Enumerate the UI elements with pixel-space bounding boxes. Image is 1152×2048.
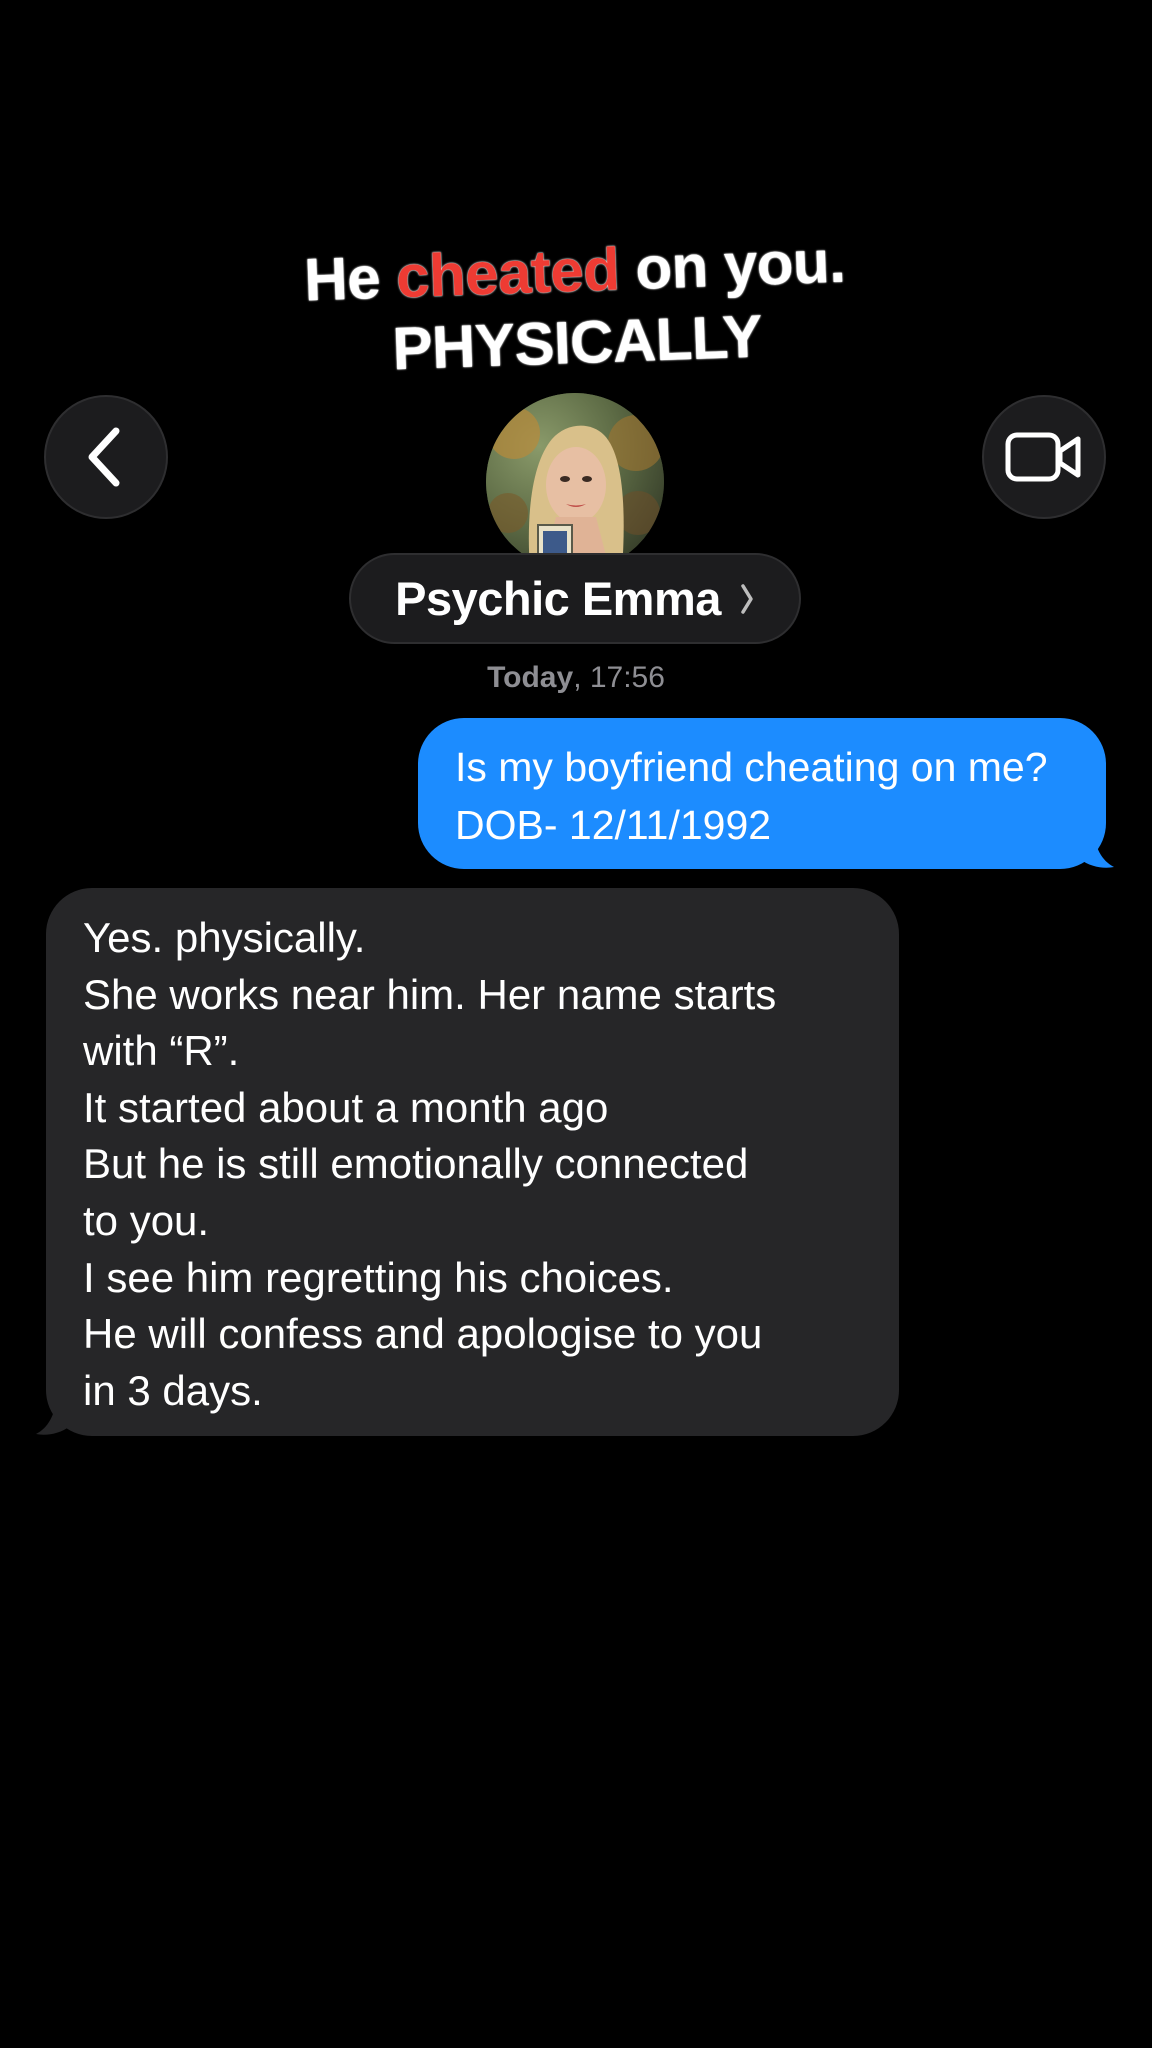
- video-call-button[interactable]: [982, 395, 1106, 519]
- headline-text-end: on you.: [618, 227, 847, 303]
- chevron-right-icon: [739, 582, 755, 616]
- contact-avatar[interactable]: [486, 393, 664, 571]
- headline-text-start: He: [303, 243, 398, 314]
- message-line: with “R”.: [83, 1027, 240, 1075]
- message-line: Yes. physically.: [83, 914, 366, 961]
- message-line: Is my boyfriend cheating on me?: [455, 744, 1048, 790]
- bubble-tail: [1080, 829, 1114, 868]
- contact-name: Psychic Emma: [395, 572, 721, 625]
- message-line: She works near him. Her name starts: [83, 970, 777, 1018]
- message-timestamp: Today, 17:56: [0, 661, 1152, 695]
- message-line: in 3 days.: [83, 1366, 263, 1414]
- timestamp-time: , 17:56: [573, 661, 665, 694]
- outgoing-message-bubble[interactable]: Is my boyfriend cheating on me? DOB- 12/…: [418, 718, 1114, 869]
- message-line: DOB- 12/11/1992: [455, 802, 772, 848]
- headline-accent-word: cheated: [394, 235, 621, 311]
- bubble-tail: [36, 1396, 70, 1435]
- message-line: to you.: [83, 1196, 210, 1244]
- back-button[interactable]: [44, 395, 168, 519]
- contact-name-button[interactable]: Psychic Emma: [349, 553, 801, 644]
- message-line: He will confess and apologise to you: [83, 1310, 763, 1358]
- video-camera-icon: [1005, 432, 1081, 482]
- message-line: But he is still emotionally connected: [83, 1140, 749, 1188]
- incoming-message-bubble[interactable]: Yes. physically. She works near him. Her…: [36, 888, 899, 1436]
- timestamp-day: Today: [487, 661, 574, 694]
- avatar-image: [486, 393, 664, 571]
- overlay-headline: He cheated on you. PHYSICALLY: [0, 215, 1152, 399]
- message-line: I see him regretting his choices.: [83, 1253, 674, 1301]
- message-line: It started about a month ago: [83, 1083, 609, 1131]
- chevron-left-icon: [88, 427, 120, 487]
